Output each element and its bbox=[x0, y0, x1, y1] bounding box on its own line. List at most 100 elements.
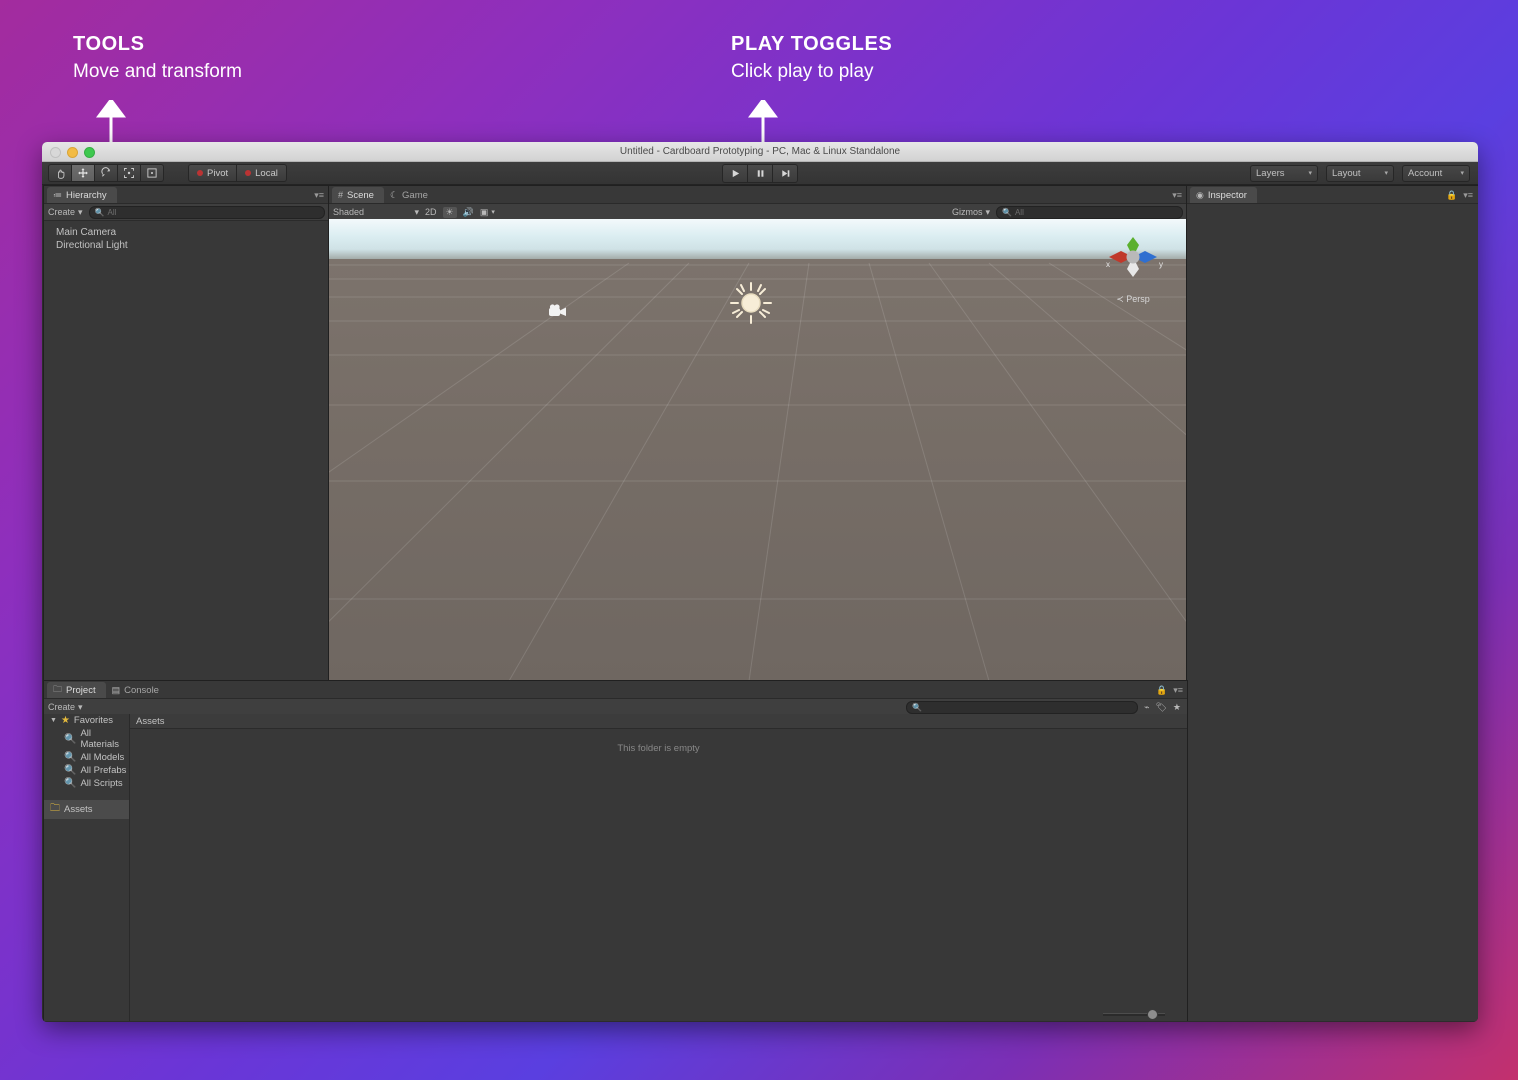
project-create-button[interactable]: Create ▾ bbox=[48, 702, 126, 713]
scene-tabbar: # Scene ☾ Game ▾≡ bbox=[329, 186, 1187, 204]
hierarchy-search-input[interactable]: 🔍 All bbox=[88, 205, 325, 219]
tab-scene[interactable]: # Scene bbox=[332, 187, 384, 203]
close-button[interactable] bbox=[50, 147, 61, 158]
shading-mode-dropdown[interactable]: Shaded ▾ bbox=[333, 207, 419, 218]
persp-arrow-icon: ≺ bbox=[1116, 294, 1124, 304]
menu-icon[interactable]: ▾≡ bbox=[314, 190, 324, 201]
pivot-toggle[interactable]: Pivot bbox=[188, 164, 237, 182]
slider-knob[interactable] bbox=[1147, 1009, 1158, 1020]
filter-by-label-icon[interactable]: 🏷 bbox=[1155, 702, 1166, 713]
inspector-icon: ◉ bbox=[1196, 189, 1204, 200]
annotation-subtitle: Click play to play bbox=[731, 61, 874, 82]
assets-label: Assets bbox=[64, 804, 93, 815]
scale-tool-icon[interactable] bbox=[117, 164, 140, 182]
chevron-down-icon: ▾ bbox=[78, 206, 83, 217]
project-zoom-slider[interactable] bbox=[1103, 1008, 1165, 1020]
hierarchy-create-button[interactable]: Create ▾ bbox=[48, 207, 83, 218]
tree-item-assets[interactable]: 🗀 Assets bbox=[44, 800, 129, 819]
tab-inspector[interactable]: ◉ Inspector bbox=[1190, 187, 1257, 203]
scene-icon: # bbox=[338, 190, 344, 200]
game-icon: ☾ bbox=[389, 189, 399, 200]
favorites-group[interactable]: ▼ ★ Favorites bbox=[44, 714, 129, 727]
pivot-group[interactable]: Pivot Local bbox=[188, 164, 287, 182]
svg-text:y: y bbox=[1159, 260, 1163, 269]
directional-light-gizmo[interactable] bbox=[729, 281, 773, 330]
menu-icon[interactable]: ▾≡ bbox=[1463, 190, 1473, 201]
search-icon: 🔍 bbox=[64, 778, 77, 789]
scene-search-placeholder: All bbox=[1014, 207, 1024, 217]
local-label: Local bbox=[255, 167, 278, 179]
move-tool-icon[interactable] bbox=[71, 164, 94, 182]
toggle-2d-button[interactable]: 2D bbox=[425, 207, 437, 217]
fx-icon[interactable]: ▣ ▾ bbox=[480, 207, 495, 218]
lock-icon[interactable]: 🔒 bbox=[1446, 190, 1457, 201]
local-toggle[interactable]: Local bbox=[236, 164, 287, 182]
hierarchy-search-placeholder: All bbox=[107, 207, 117, 217]
search-icon: 🔍 bbox=[64, 733, 77, 745]
tab-inspector-label: Inspector bbox=[1207, 189, 1247, 201]
favorite-all-materials[interactable]: 🔍 All Materials bbox=[44, 727, 129, 751]
hierarchy-tabbar: ≔ Hierarchy ▾≡ bbox=[44, 186, 329, 204]
pivot-icon bbox=[197, 170, 203, 176]
layout-dropdown[interactable]: Layout ▾ bbox=[1326, 164, 1394, 182]
audio-icon[interactable]: 🔊 bbox=[463, 207, 474, 218]
scene-tab-menu[interactable]: ▾≡ bbox=[1172, 190, 1182, 201]
tab-console[interactable]: ▤ Console bbox=[106, 682, 169, 698]
toolbar-right-group[interactable]: Layers ▾ Layout ▾ Account ▾ bbox=[1250, 164, 1470, 182]
step-button[interactable] bbox=[772, 163, 798, 183]
menu-icon[interactable]: ▾≡ bbox=[1172, 190, 1182, 201]
play-toggles-group[interactable] bbox=[722, 163, 798, 183]
lighting-icon[interactable]: ☀ bbox=[442, 206, 457, 218]
project-tab-menu[interactable]: 🔒 ▾≡ bbox=[1156, 685, 1183, 696]
list-item[interactable]: Directional Light bbox=[44, 239, 329, 252]
rect-tool-icon[interactable] bbox=[140, 164, 164, 182]
hierarchy-icon: ≔ bbox=[53, 189, 62, 200]
persp-text: Persp bbox=[1126, 294, 1150, 304]
list-item[interactable]: Main Camera bbox=[44, 226, 329, 239]
annotation-tools: TOOLS Move and transform bbox=[73, 33, 242, 84]
project-content[interactable]: Assets This folder is empty bbox=[130, 714, 1187, 1022]
hand-tool-icon[interactable] bbox=[48, 164, 71, 182]
play-button[interactable] bbox=[722, 163, 747, 183]
chevron-down-icon: ▾ bbox=[1384, 170, 1388, 177]
zoom-button[interactable] bbox=[84, 147, 95, 158]
unity-editor-window: Untitled - Cardboard Prototyping - PC, M… bbox=[42, 142, 1478, 1022]
scene-viewport[interactable]: x y ≺ Persp bbox=[329, 219, 1187, 681]
main-camera-gizmo[interactable] bbox=[548, 303, 570, 324]
window-controls[interactable] bbox=[50, 147, 95, 158]
search-icon: 🔍 bbox=[94, 207, 105, 217]
folder-icon: 🗀 bbox=[50, 803, 60, 814]
scene-search-input[interactable]: 🔍 All bbox=[996, 205, 1183, 219]
scene-orientation-gizmo[interactable]: x y ≺ Persp bbox=[1097, 231, 1169, 305]
hierarchy-create-label: Create bbox=[48, 207, 76, 217]
favorite-all-models[interactable]: 🔍 All Models bbox=[44, 751, 129, 764]
tab-hierarchy[interactable]: ≔ Hierarchy bbox=[47, 187, 117, 203]
lock-icon[interactable]: 🔒 bbox=[1156, 685, 1167, 696]
perspective-label[interactable]: ≺ Persp bbox=[1097, 294, 1169, 305]
account-dropdown[interactable]: Account ▾ bbox=[1402, 164, 1470, 182]
tab-scene-label: Scene bbox=[347, 189, 374, 201]
transform-tools-group[interactable] bbox=[48, 164, 164, 182]
favorite-label: All Scripts bbox=[80, 778, 123, 789]
filter-favorites-icon[interactable]: ★ bbox=[1173, 702, 1181, 713]
inspector-tab-controls[interactable]: 🔒 ▾≡ bbox=[1446, 190, 1473, 201]
project-search-input[interactable]: 🔍 bbox=[906, 700, 1139, 714]
minimize-button[interactable] bbox=[67, 147, 78, 158]
console-icon: ▤ bbox=[111, 684, 121, 695]
breadcrumb[interactable]: Assets bbox=[130, 714, 1187, 729]
gizmos-dropdown[interactable]: Gizmos ▾ bbox=[952, 207, 990, 218]
layout-label: Layout bbox=[1332, 167, 1361, 179]
inspector-body bbox=[1187, 204, 1478, 1022]
pause-button[interactable] bbox=[747, 163, 772, 183]
layers-dropdown[interactable]: Layers ▾ bbox=[1250, 164, 1318, 182]
filter-by-type-icon[interactable]: ⌁ bbox=[1144, 702, 1149, 713]
tab-game[interactable]: ☾ Game bbox=[384, 187, 438, 203]
rotate-tool-icon[interactable] bbox=[94, 164, 117, 182]
tab-project[interactable]: 🗀 Project bbox=[47, 682, 106, 698]
favorite-all-prefabs[interactable]: 🔍 All Prefabs bbox=[44, 764, 129, 777]
pivot-label: Pivot bbox=[207, 167, 229, 179]
folder-icon: 🗀 bbox=[53, 684, 63, 694]
favorite-all-scripts[interactable]: 🔍 All Scripts bbox=[44, 777, 129, 790]
menu-icon[interactable]: ▾≡ bbox=[1173, 685, 1183, 696]
hierarchy-tab-menu[interactable]: ▾≡ bbox=[314, 190, 324, 201]
